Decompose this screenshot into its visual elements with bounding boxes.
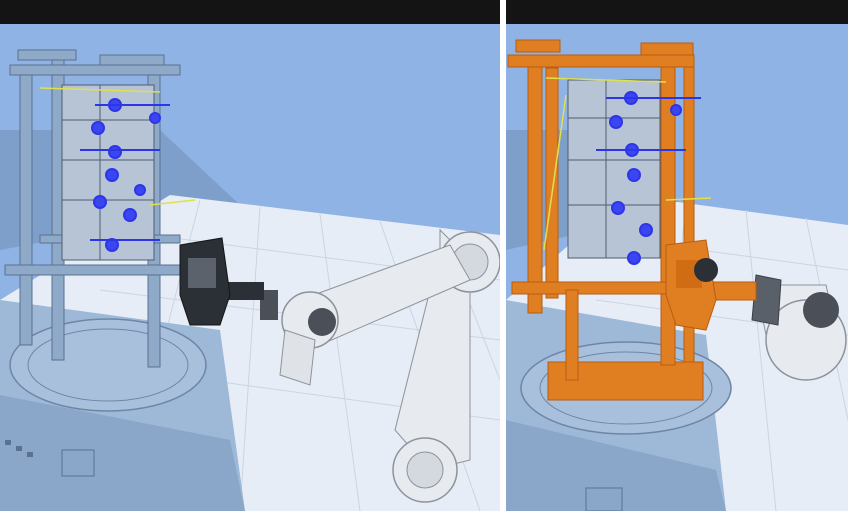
viewport-left[interactable] [0,0,500,511]
scene-left [0,0,500,511]
control-panel [585,487,623,511]
title-bar [0,0,500,24]
scanner-lens [188,258,216,288]
turntable [9,318,207,412]
elbow-cap [803,292,839,328]
title-bar [506,0,848,24]
forearm [279,329,316,386]
comparison-stage [0,0,848,511]
viewport-right[interactable] [506,0,848,511]
base-cap [406,451,444,489]
scanner-sensor [694,258,718,282]
elbow-cap [308,308,336,336]
control-panel [61,449,95,477]
scene-right [506,0,848,511]
